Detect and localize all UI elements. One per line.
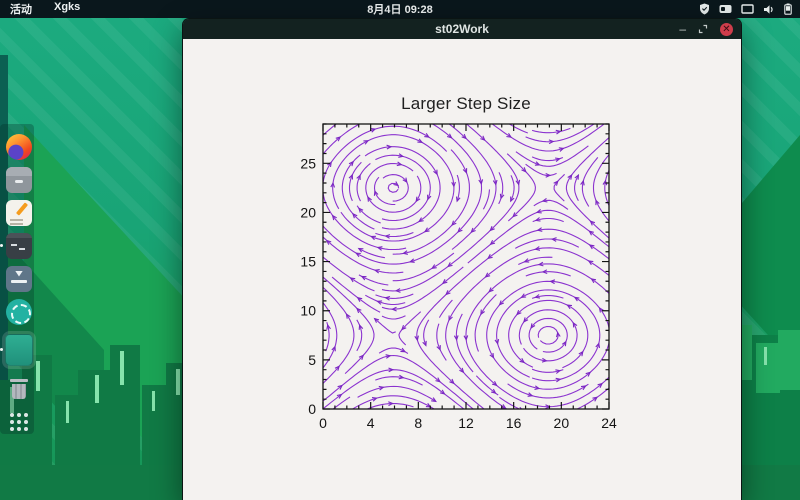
top-bar: 活动 Xgks 8月4日 09:28	[0, 0, 800, 18]
svg-text:25: 25	[300, 155, 316, 171]
text-editor-icon	[6, 199, 32, 226]
input-device-icon[interactable]	[719, 4, 732, 14]
active-app-highlight	[2, 331, 36, 369]
svg-text:12: 12	[458, 415, 474, 431]
shield-icon[interactable]	[699, 3, 710, 15]
streamline-chart: 0 4 8 12 16 20 24 0 5 10 15 20 25	[300, 123, 617, 431]
close-button[interactable]: ✕	[720, 22, 733, 36]
dock	[0, 130, 38, 438]
archive-manager-icon	[6, 166, 32, 193]
clock[interactable]: 8月4日 09:28	[0, 1, 800, 17]
running-indicator	[0, 243, 3, 247]
svg-text:8: 8	[414, 415, 422, 431]
svg-text:20: 20	[300, 204, 316, 220]
minimize-button[interactable]: –	[679, 23, 686, 35]
dock-item-xgks-window[interactable]	[0, 328, 36, 372]
show-apps-icon	[10, 412, 28, 431]
dock-item-firefox[interactable]	[4, 130, 34, 163]
maximize-icon[interactable]	[698, 24, 708, 34]
activities-button[interactable]: 活动	[10, 1, 32, 17]
terminal-icon	[6, 232, 32, 259]
software-install-icon	[6, 265, 32, 292]
dock-item-terminal[interactable]	[0, 229, 34, 262]
svg-text:20: 20	[554, 415, 570, 431]
svg-text:5: 5	[308, 352, 316, 368]
running-indicator	[0, 348, 3, 351]
dock-item-disc-app[interactable]	[4, 295, 34, 328]
dock-item-archive-manager[interactable]	[4, 163, 34, 196]
window-content: Larger Step Size 0 4 8 12 16 20 24 0 5 10 15 20 25	[183, 39, 741, 500]
volume-icon[interactable]	[763, 4, 775, 15]
svg-text:15: 15	[300, 254, 316, 270]
svg-text:16: 16	[506, 415, 522, 431]
firefox-icon	[6, 133, 32, 160]
dock-item-text-editor[interactable]	[4, 196, 34, 229]
focused-app-menu[interactable]: Xgks	[54, 1, 80, 17]
window-title: st02Work	[435, 22, 489, 36]
svg-text:10: 10	[300, 303, 316, 319]
battery-icon[interactable]	[784, 3, 792, 15]
dock-item-trash[interactable]	[4, 372, 34, 405]
svg-text:0: 0	[308, 401, 316, 417]
svg-text:4: 4	[367, 415, 375, 431]
xgks-window-icon	[5, 334, 33, 366]
desktop: 活动 Xgks 8月4日 09:28 st02Work – ✕ Larger S…	[0, 0, 800, 500]
svg-text:24: 24	[601, 415, 617, 431]
st02work-window: st02Work – ✕ Larger Step Size 0 4 8 12 16 20 2…	[182, 18, 742, 500]
display-icon[interactable]	[741, 3, 754, 15]
dock-item-show-apps[interactable]	[4, 405, 34, 438]
disc-app-icon	[6, 298, 32, 325]
svg-text:0: 0	[319, 415, 327, 431]
dock-item-software-install[interactable]	[4, 262, 34, 295]
window-titlebar[interactable]: st02Work – ✕	[183, 19, 741, 39]
trash-icon	[6, 376, 32, 402]
